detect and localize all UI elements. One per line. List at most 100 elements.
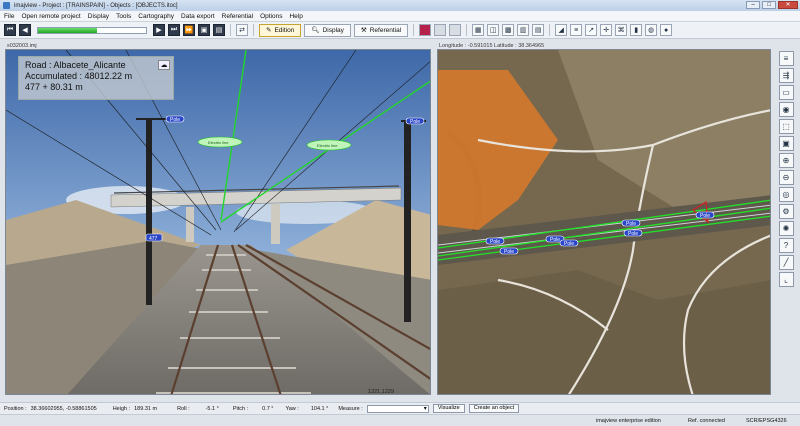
crosshair-tool-icon[interactable]: ✛ [600,24,613,36]
bridge-pillar [186,207,194,242]
pitch-value: 0.7 ° [262,405,274,412]
globe-tool-icon[interactable]: ◍ [645,24,658,36]
create-object-button[interactable]: Create an object [468,404,520,413]
electric-line-label: Electric line [317,143,338,148]
measure-label: Measure : [338,405,363,412]
gear-icon[interactable]: ⚙ [778,204,794,219]
position-label: Position : [4,405,27,412]
maximize-button[interactable]: □ [762,1,776,9]
track-tool-icon[interactable]: ≡ [570,24,583,36]
cloud-icon[interactable]: ☁ [158,60,170,70]
visualize-button[interactable]: Visualize [432,404,465,413]
close-button[interactable]: ✕ [778,1,798,9]
menu-cartography[interactable]: Cartography [138,13,174,20]
progress-fill [38,27,98,33]
toolbar-separator [253,24,254,36]
menu-tools[interactable]: Tools [116,13,131,20]
record-icon[interactable]: ▣ [198,24,210,36]
sphere-tool-icon[interactable]: ● [660,24,673,36]
playback-progress-bar[interactable] [37,26,147,34]
height-value: 189.31 m [134,405,158,412]
route-icon[interactable]: ⇶ [778,68,794,83]
height-label: Heigh : [112,405,131,412]
edition-mode-label: Edition [274,26,295,34]
layers-view-icon[interactable]: ▥ [517,24,530,36]
export-frame-icon[interactable]: ▤ [213,24,225,36]
edition-mode-button[interactable]: ✎ Edition [259,23,302,37]
map-pole-label: Pole [700,213,710,219]
accumulated-distance: Accumulated : 48012.22 m [25,71,133,81]
disabled-tool-icon[interactable] [434,24,447,36]
tile-view-icon[interactable]: ▤ [532,24,545,36]
app-icon [3,2,10,9]
camera-scene: Electric line Electric line Pole Pole 47… [6,50,430,394]
map-pole-label: Pole [490,239,500,245]
map-view[interactable]: Pole Pole Pole Pole Pole Pole Pole [437,49,771,395]
map-pole-label: Pole [628,231,638,237]
tools-icon: ⚒ [360,27,367,34]
electric-line-label: Electric line [208,140,229,145]
yaw-value: 104.1 ° [310,405,329,412]
status-bar: Position : 38.36602955, -0.58861505 Heig… [0,402,800,414]
pin-icon[interactable]: ✺ [778,221,794,236]
side-toolbar: ≡ ⇶ ▭ ◉ ⬚ ▣ ⊕ ⊖ ◎ ⚙ ✺ ? ╱ ⌞ [776,49,796,395]
last-frame-icon[interactable]: ⏭ [168,24,180,36]
corner-icon[interactable]: ⌞ [778,272,794,287]
map-view-icon[interactable]: ▩ [502,24,515,36]
zoom-out-icon[interactable]: ⊖ [778,170,794,185]
menu-open-remote-project[interactable]: Open remote project [21,13,80,20]
srs-label: SCR/EPSG4326 [746,418,787,424]
display-mode-button[interactable]: 🔍︎ Display [304,23,351,37]
bridge-pillar [271,204,280,244]
image-icon[interactable]: ▣ [778,136,794,151]
fit-icon[interactable]: ◎ [778,187,794,202]
measure-tool-icon[interactable]: ◢ [555,24,568,36]
toolbar-separator [549,24,551,36]
sync-icon[interactable]: ⇄ [236,24,248,36]
help-icon[interactable]: ? [778,238,794,253]
mast-number-label: 477 [149,236,158,242]
referential-mode-button[interactable]: ⚒ Referential [353,23,409,37]
connect-tool-icon[interactable]: ⌘ [615,24,628,36]
map-pole-label: Pole [550,237,560,243]
menu-bar: File Open remote project Display Tools C… [0,11,800,22]
menu-display[interactable]: Display [88,13,109,20]
step-forward-icon[interactable]: ▶ [153,24,165,36]
camera-icon[interactable]: ◉ [778,102,794,117]
menu-options[interactable]: Options [260,13,282,20]
ruler-icon[interactable]: ▭ [778,85,794,100]
step-back-icon[interactable]: ◀ [19,24,31,36]
pixel-readout: 1321,1229 [368,389,394,395]
pitch-label: Pitch : [232,405,249,412]
menu-file[interactable]: File [4,13,14,20]
disabled-tool-icon[interactable] [449,24,462,36]
layers-icon[interactable]: ≡ [778,51,794,66]
menu-help[interactable]: Help [289,13,302,20]
object-layer-icon[interactable] [419,24,432,36]
road-info-overlay: Road : Albacete_Alicante Accumulated : 4… [18,56,174,100]
select-icon[interactable]: ⬚ [778,119,794,134]
referential-mode-label: Referential [369,26,402,34]
zoom-in-icon[interactable]: ⊕ [778,153,794,168]
bottom-info-bar: imajview enterprise edition Ref. connect… [0,414,800,426]
split-view-icon[interactable]: ◫ [487,24,500,36]
graph-tool-icon[interactable]: ↗ [585,24,598,36]
measure-select[interactable] [366,404,429,413]
camera-view[interactable]: Electric line Electric line Pole Pole 47… [5,49,431,395]
map-pole-label: Pole [564,241,574,247]
map-pole-label: Pole [626,221,636,227]
toolbar-separator [466,24,468,36]
display-mode-label: Display [322,26,344,34]
first-frame-icon[interactable]: ⏮ [4,24,16,36]
fast-forward-icon[interactable]: ⏩ [183,24,195,36]
grid-view-icon[interactable]: ▦ [472,24,485,36]
menu-referential[interactable]: Referential [222,13,253,20]
window-controls: – □ ✕ [746,1,798,9]
chart-tool-icon[interactable]: ▮ [630,24,643,36]
menu-data-export[interactable]: Data export [181,13,215,20]
minimize-button[interactable]: – [746,1,760,9]
map-pole-label: Pole [504,249,514,255]
road-name: Road : Albacete_Alicante [25,60,126,70]
pole-tag-label: Pole [410,119,420,125]
line-icon[interactable]: ╱ [778,255,794,270]
